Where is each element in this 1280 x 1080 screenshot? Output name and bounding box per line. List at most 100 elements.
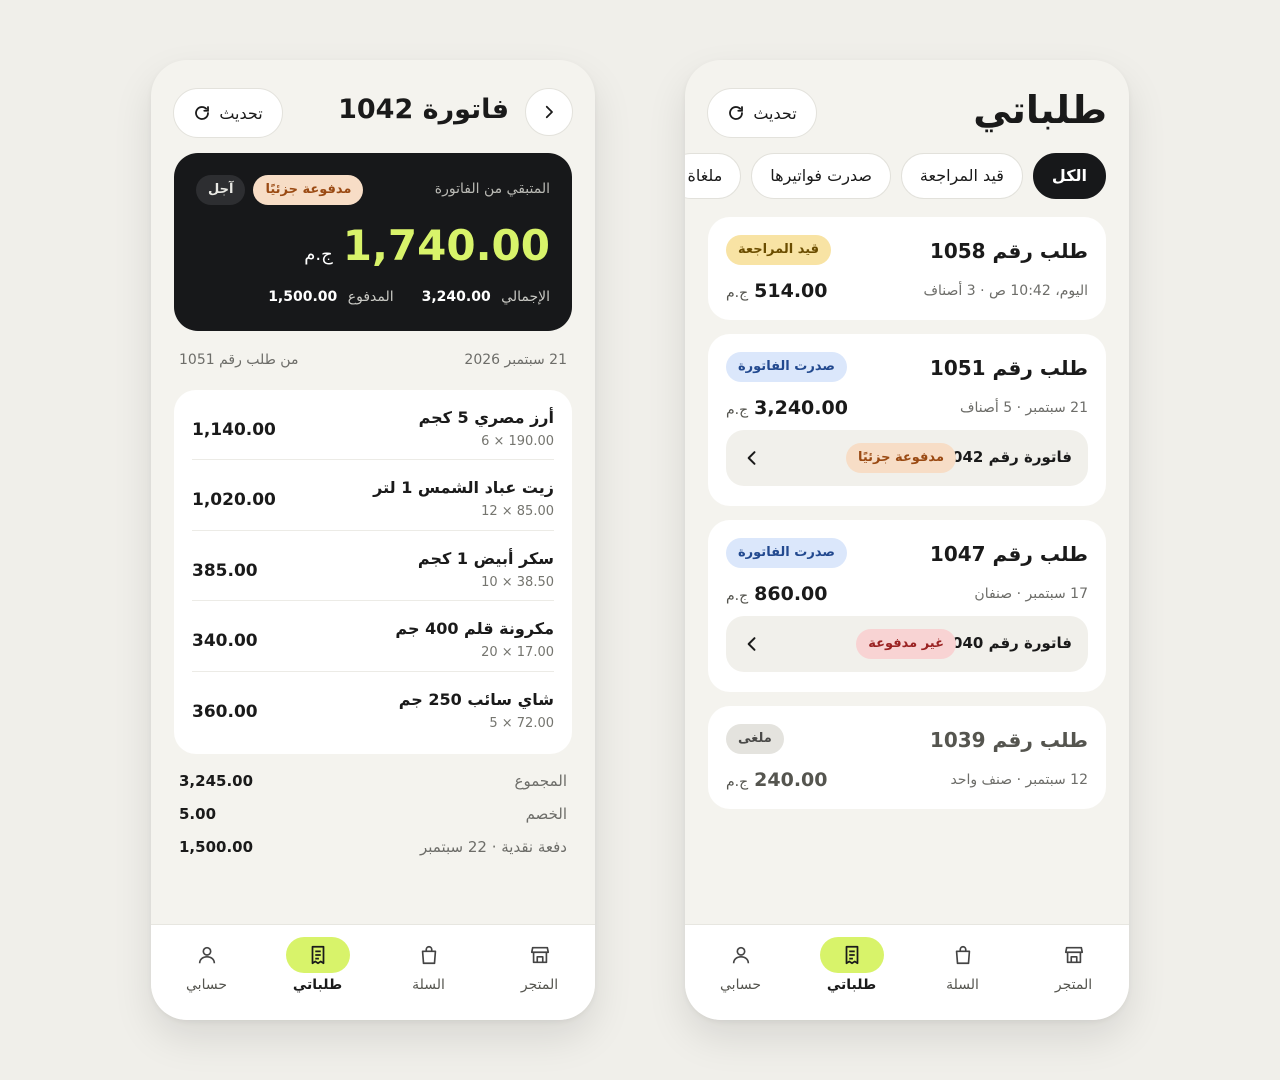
refresh-button[interactable]: تحديث [707,88,817,138]
invoice-summary-card: المتبقي من الفاتورة آجل مدفوعة جزئيًا 1,… [174,153,572,331]
list-item: سكر أبيض 1 كجم 10 × 38.50 385.00 [192,531,554,602]
page-title: فاتورة 1042 [338,94,509,125]
filter-chip-invoiced[interactable]: صدرت فواتيرها [751,153,891,199]
order-title: طلب رقم 1051 [929,356,1088,380]
status-badge: صدرت الفاتورة [726,352,847,382]
summary-totals: الإجمالي 3,240.00 المدفوع 1,500.00 [268,289,550,305]
nav-item-account[interactable]: حسابي [151,925,262,1020]
nav-item-orders[interactable]: طلباتي [262,925,373,1020]
currency-label: ج.م [304,244,333,265]
status-badge: قيد المراجعة [726,235,832,265]
bag-icon [421,945,436,965]
list-item: شاي سائب 250 جم 5 × 72.00 360.00 [192,672,554,742]
invoice-screen: فاتورة 1042 تحديث المتبقي من الفاتورة آج… [151,60,595,1020]
item-name: مكرونة قلم 400 جم [395,619,554,639]
chevron-left-icon [747,451,756,465]
item-qty: 10 × 38.50 [481,574,554,590]
order-title: طلب رقم 1039 [929,728,1088,752]
receipt-icon [845,945,858,965]
item-total: 1,140.00 [192,420,276,440]
filter-chip-review[interactable]: قيد المراجعة [900,153,1023,199]
item-qty: 6 × 190.00 [481,434,554,449]
discount-row: الخصم 5.00 [179,805,567,823]
invoice-label: فاتورة رقم 1042 [941,448,1072,466]
item-name: شاي سائب 250 جم [398,689,554,709]
user-icon [198,946,215,964]
filter-chip-cancelled[interactable]: ملغاة [685,153,742,199]
paid-amount: المدفوع 1,500.00 [268,289,394,305]
item-name: سكر أبيض 1 كجم [417,548,554,568]
item-total: 340.00 [192,631,258,652]
status-badge: ملغى [726,724,784,754]
nav-item-cart[interactable]: السلة [907,925,1018,1020]
item-name: زيت عباد الشمس 1 لتر [373,478,554,498]
page-title: طلباتي [973,88,1107,132]
item-qty: 20 × 17.00 [481,645,554,661]
invoice-items-list: أرز مصري 5 كجم 6 × 190.00 1,140.00 زيت ع… [174,390,572,754]
order-amount: 3,240.00 ج.م [726,397,848,419]
refresh-button[interactable]: تحديث [173,88,283,138]
invoice-link[interactable]: فاتورة رقم 1040 غير مدفوعة [726,616,1088,672]
bottom-nav: المتجر السلة طلباتي حسابي [151,924,595,1020]
status-badge: صدرت الفاتورة [726,538,847,568]
order-title: طلب رقم 1047 [929,542,1088,566]
nav-item-store[interactable]: المتجر [484,925,595,1020]
nav-item-store[interactable]: المتجر [1018,925,1129,1020]
invoice-status-badge: غير مدفوعة [856,629,956,659]
payment-row: دفعة نقدية · 22 سبتمبر 1,500.00 [179,838,567,856]
remaining-value: 1,740.00 [342,221,550,270]
status-badge: مدفوعة جزئيًا [253,175,364,205]
refresh-label: تحديث [219,103,263,123]
order-amount: 860.00 ج.م [726,583,828,605]
chevron-right-icon [545,105,553,119]
term-badge: آجل [196,175,246,205]
invoice-header: فاتورة 1042 تحديث [173,88,573,138]
order-card[interactable]: طلب رقم 1051 21 سبتمبر · 5 أصناف صدرت ال… [708,334,1106,506]
invoice-link[interactable]: فاتورة رقم 1042 مدفوعة جزئيًا [726,430,1088,486]
order-title: طلب رقم 1058 [929,239,1088,263]
invoice-label: فاتورة رقم 1040 [941,634,1072,652]
item-total: 360.00 [192,701,258,722]
invoice-date: 21 سبتمبر 2026 [464,352,567,368]
order-subtitle: 12 سبتمبر · صنف واحد [950,772,1088,788]
nav-item-cart[interactable]: السلة [373,925,484,1020]
item-total: 1,020.00 [192,490,276,511]
invoice-totals: المجموع 3,245.00 الخصم 5.00 دفعة نقدية ·… [179,772,567,871]
back-button[interactable] [525,88,573,136]
invoice-meta: 21 سبتمبر 2026 من طلب رقم 1051 [179,352,567,372]
order-subtitle: اليوم، 10:42 ص · 3 أصناف [923,283,1089,299]
subtotal-row: المجموع 3,245.00 [179,772,567,790]
refresh-label: تحديث [753,103,797,123]
nav-item-orders[interactable]: طلباتي [796,925,907,1020]
filter-chips: الكل قيد المراجعة صدرت فواتيرها ملغاة [685,153,1106,199]
source-order: من طلب رقم 1051 [179,352,299,368]
item-qty: 5 × 72.00 [489,715,554,731]
user-icon [732,946,749,964]
store-icon [530,946,549,964]
store-icon [1064,946,1083,964]
item-total: 385.00 [192,560,258,581]
filter-chip-all[interactable]: الكل [1032,153,1106,199]
order-card[interactable]: طلب رقم 1039 12 سبتمبر · صنف واحد ملغى 2… [708,706,1106,809]
summary-badges: آجل مدفوعة جزئيًا [196,175,364,205]
order-card[interactable]: طلب رقم 1058 اليوم، 10:42 ص · 3 أصناف قي… [708,217,1106,320]
nav-item-account[interactable]: حسابي [685,925,796,1020]
invoice-status-badge: مدفوعة جزئيًا [845,443,956,473]
bag-icon [955,945,970,965]
bottom-nav: المتجر السلة طلباتي حسابي [685,924,1129,1020]
order-card[interactable]: طلب رقم 1047 17 سبتمبر · صنفان صدرت الفا… [708,520,1106,692]
item-name: أرز مصري 5 كجم [418,408,554,427]
list-item: زيت عباد الشمس 1 لتر 12 × 85.00 1,020.00 [192,460,554,531]
orders-header: طلباتي تحديث [707,88,1107,138]
order-amount: 514.00 ج.م [726,280,828,302]
list-item: أرز مصري 5 كجم 6 × 190.00 1,140.00 [192,390,554,461]
refresh-icon [729,106,744,120]
order-amount: 240.00 ج.م [726,769,828,791]
remaining-label: المتبقي من الفاتورة [434,181,550,197]
refresh-icon [195,106,210,120]
order-subtitle: 17 سبتمبر · صنفان [974,586,1088,602]
item-qty: 12 × 85.00 [481,504,554,520]
orders-screen: طلباتي تحديث الكل قيد المراجعة صدرت فوات… [685,60,1129,1020]
chevron-left-icon [747,637,756,651]
receipt-icon [311,945,324,965]
